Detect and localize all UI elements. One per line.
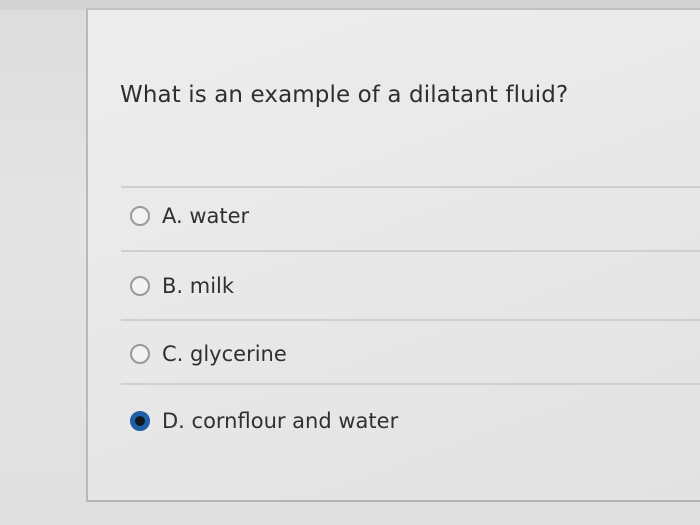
- radio-button-a[interactable]: [130, 206, 150, 226]
- option-c[interactable]: C. glycerine: [130, 339, 287, 369]
- option-b-label: B. milk: [162, 274, 235, 298]
- option-c-label: C. glycerine: [162, 342, 287, 366]
- option-divider: [121, 319, 700, 321]
- radio-button-c[interactable]: [130, 344, 150, 364]
- radio-button-b[interactable]: [130, 276, 150, 296]
- option-a[interactable]: A. water: [130, 201, 249, 231]
- option-divider: [121, 186, 700, 188]
- option-divider: [121, 383, 700, 385]
- option-b[interactable]: B. milk: [130, 271, 234, 301]
- question-text: What is an example of a dilatant fluid?: [120, 82, 569, 108]
- option-a-label: A. water: [162, 204, 250, 228]
- option-d[interactable]: D. cornflour and water: [130, 406, 398, 436]
- radio-button-d[interactable]: [130, 411, 150, 431]
- option-divider: [121, 250, 700, 252]
- option-d-label: D. cornflour and water: [162, 409, 399, 433]
